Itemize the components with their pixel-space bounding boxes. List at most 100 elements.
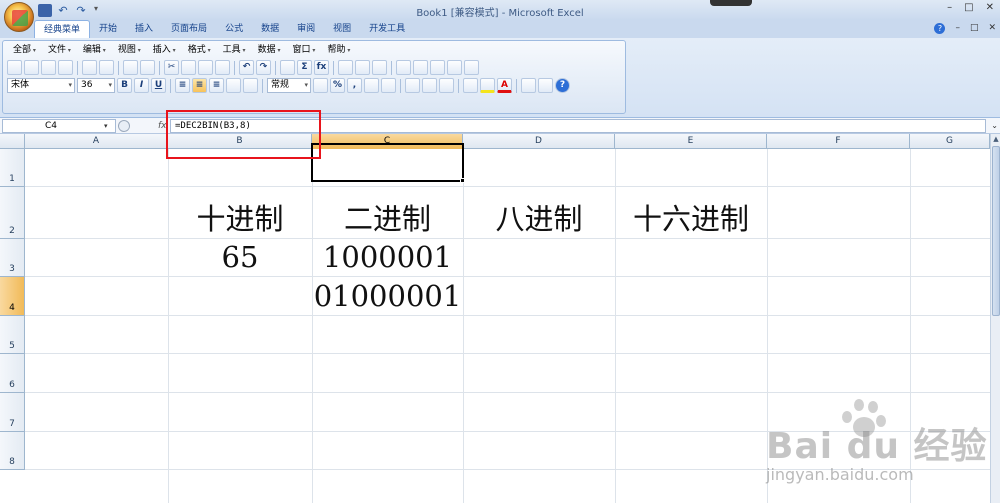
permission-icon[interactable] xyxy=(58,60,73,75)
ribbon-restore-button[interactable]: □ xyxy=(970,23,979,34)
paste-icon[interactable] xyxy=(198,60,213,75)
chart-icon[interactable] xyxy=(396,60,411,75)
bold-button[interactable]: B xyxy=(117,78,132,93)
column-header-F[interactable]: F xyxy=(767,134,910,149)
decrease-decimal-icon[interactable] xyxy=(381,78,396,93)
expand-formula-bar-icon[interactable]: ⌄ xyxy=(991,119,998,133)
menu-item-5[interactable]: 格式 xyxy=(182,44,217,57)
font-color-icon[interactable]: A xyxy=(497,78,512,93)
menu-item-8[interactable]: 窗口 xyxy=(287,44,322,57)
menu-item-9[interactable]: 帮助 xyxy=(321,44,356,57)
row-header-6[interactable]: 6 xyxy=(0,354,25,393)
italic-button[interactable]: I xyxy=(134,78,149,93)
menu-item-3[interactable]: 视图 xyxy=(112,44,147,57)
print-preview-icon[interactable] xyxy=(99,60,114,75)
column-header-A[interactable]: A xyxy=(25,134,168,149)
currency-icon[interactable] xyxy=(313,78,328,93)
undo-toolbar-icon[interactable]: ↶ xyxy=(239,60,254,75)
row-header-3[interactable]: 3 xyxy=(0,239,25,277)
menu-item-2[interactable]: 编辑 xyxy=(77,44,112,57)
scrollbar-thumb[interactable] xyxy=(992,146,1000,316)
styles-icon[interactable] xyxy=(521,78,536,93)
tab-7[interactable]: 视图 xyxy=(324,20,360,38)
cut-icon[interactable]: ✂ xyxy=(164,60,179,75)
column-header-D[interactable]: D xyxy=(463,134,615,149)
cell-D2[interactable]: 八进制 xyxy=(463,201,615,237)
hyperlink-icon[interactable] xyxy=(280,60,295,75)
tab-5[interactable]: 数据 xyxy=(252,20,288,38)
borders-icon[interactable] xyxy=(463,78,478,93)
maximize-button[interactable]: □ xyxy=(964,2,973,13)
align-left-icon[interactable]: ≡ xyxy=(175,78,190,93)
font-size-select[interactable]: 36 xyxy=(77,78,115,93)
zoom-icon[interactable] xyxy=(538,78,553,93)
print-icon[interactable] xyxy=(82,60,97,75)
number-format-select[interactable]: 常规 xyxy=(267,78,311,93)
name-box[interactable]: C4 xyxy=(2,119,116,133)
row-header-5[interactable]: 5 xyxy=(0,316,25,354)
tab-4[interactable]: 公式 xyxy=(216,20,252,38)
formula-bar-handle-icon[interactable] xyxy=(118,120,130,132)
column-header-G[interactable]: G xyxy=(910,134,990,149)
save-file-icon[interactable] xyxy=(41,60,56,75)
menu-item-0[interactable]: 全部 xyxy=(7,44,42,57)
minimize-button[interactable]: – xyxy=(947,2,952,13)
ribbon-minimize-button[interactable]: – xyxy=(955,23,960,34)
cell-B2[interactable]: 十进制 xyxy=(168,201,312,237)
increase-decimal-icon[interactable] xyxy=(364,78,379,93)
sort-descending-icon[interactable] xyxy=(355,60,370,75)
scroll-up-icon[interactable]: ▲ xyxy=(991,135,1000,143)
table-icon[interactable] xyxy=(430,60,445,75)
spelling-icon[interactable] xyxy=(123,60,138,75)
drawing-icon[interactable] xyxy=(447,60,462,75)
office-button[interactable] xyxy=(4,2,34,32)
cell-C4[interactable]: 01000001 xyxy=(312,278,463,314)
comma-button[interactable]: , xyxy=(347,78,362,93)
cell-B3[interactable]: 65 xyxy=(168,239,312,275)
help-icon[interactable]: ? xyxy=(934,23,946,34)
tab-3[interactable]: 页面布局 xyxy=(162,20,216,38)
align-right-icon[interactable]: ≡ xyxy=(209,78,224,93)
row-header-7[interactable]: 7 xyxy=(0,393,25,432)
insert-cells-icon[interactable] xyxy=(439,78,454,93)
open-folder-icon[interactable] xyxy=(24,60,39,75)
font-name-select[interactable]: 宋体 xyxy=(7,78,75,93)
close-button[interactable]: ✕ xyxy=(986,2,994,13)
redo-toolbar-icon[interactable]: ↷ xyxy=(256,60,271,75)
cell-C2[interactable]: 二进制 xyxy=(312,201,463,237)
autosum-icon[interactable]: Σ xyxy=(297,60,312,75)
tab-2[interactable]: 插入 xyxy=(126,20,162,38)
pivot-table-icon[interactable] xyxy=(413,60,428,75)
fill-color-icon[interactable] xyxy=(480,78,495,93)
tab-8[interactable]: 开发工具 xyxy=(360,20,414,38)
format-painter-icon[interactable] xyxy=(215,60,230,75)
menu-item-7[interactable]: 数据 xyxy=(252,44,287,57)
menu-item-1[interactable]: 文件 xyxy=(42,44,77,57)
tab-6[interactable]: 审阅 xyxy=(288,20,324,38)
menu-item-6[interactable]: 工具 xyxy=(217,44,252,57)
percent-button[interactable]: % xyxy=(330,78,345,93)
tab-1[interactable]: 开始 xyxy=(90,20,126,38)
row-header-8[interactable]: 8 xyxy=(0,432,25,470)
underline-button[interactable]: U xyxy=(151,78,166,93)
research-icon[interactable] xyxy=(140,60,155,75)
ribbon-close-button[interactable]: ✕ xyxy=(988,23,996,34)
cell-C3[interactable]: 1000001 xyxy=(312,239,463,275)
folder-icon[interactable] xyxy=(464,60,479,75)
decrease-indent-icon[interactable] xyxy=(405,78,420,93)
name-box-dropdown-icon[interactable]: ▾ xyxy=(104,119,108,133)
merge-center-icon[interactable] xyxy=(226,78,241,93)
copy-icon[interactable] xyxy=(181,60,196,75)
row-header-4[interactable]: 4 xyxy=(0,277,25,316)
insert-function-icon[interactable]: fx xyxy=(314,60,329,75)
select-all-corner[interactable] xyxy=(0,134,25,149)
row-header-2[interactable]: 2 xyxy=(0,187,25,239)
row-header-1[interactable]: 1 xyxy=(0,149,25,187)
filter-icon[interactable] xyxy=(372,60,387,75)
help-toolbar-icon[interactable]: ? xyxy=(555,78,570,93)
column-header-E[interactable]: E xyxy=(615,134,767,149)
wrap-text-icon[interactable] xyxy=(243,78,258,93)
increase-indent-icon[interactable] xyxy=(422,78,437,93)
sort-ascending-icon[interactable] xyxy=(338,60,353,75)
fill-handle[interactable] xyxy=(460,178,465,183)
